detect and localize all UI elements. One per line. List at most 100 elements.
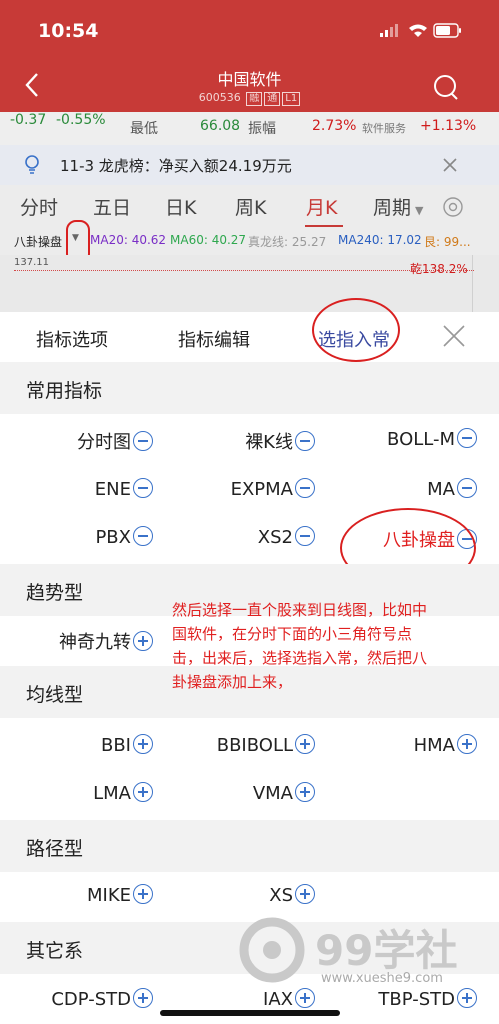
indicator-sheet-tabs: 指标选项 指标编辑 选指入常 xyxy=(0,312,499,362)
add-icon[interactable] xyxy=(295,734,315,754)
annotation-line: 击，出来后，选择选指入常，然后把八 xyxy=(172,649,428,667)
qian-label: 乾138.2% xyxy=(410,262,468,276)
home-indicator xyxy=(160,1010,340,1016)
add-icon[interactable] xyxy=(133,631,153,651)
tag-level: L1 xyxy=(282,92,301,106)
indicator-item[interactable]: XS2 xyxy=(258,526,315,548)
indicator-item[interactable]: VMA xyxy=(253,782,315,804)
indicator-item[interactable]: BOLL-M xyxy=(387,428,477,450)
annotation-ring-select-tab xyxy=(312,298,400,362)
low-value: 66.08 xyxy=(200,118,241,134)
indicator-item[interactable]: 分时图 xyxy=(77,428,153,454)
indicator-label: 裸K线 xyxy=(245,432,293,453)
ma20-value: MA20: 40.62 xyxy=(90,233,167,247)
remove-icon[interactable] xyxy=(295,478,315,498)
indicator-label: 分时图 xyxy=(77,432,131,453)
remove-icon[interactable] xyxy=(133,526,153,546)
settings-icon[interactable] xyxy=(442,196,464,218)
close-icon[interactable] xyxy=(442,157,458,173)
tab-indicator-options[interactable]: 指标选项 xyxy=(36,326,108,352)
section-ma-title: 均线型 xyxy=(26,684,84,706)
tag-connect: 通 xyxy=(264,92,281,106)
wifi-icon xyxy=(409,24,427,37)
indicator-label: MA xyxy=(427,479,455,500)
remove-icon[interactable] xyxy=(295,431,315,451)
watermark-brand: 99学社 xyxy=(315,926,458,975)
indicator-label: EXPMA xyxy=(230,479,293,500)
sector-pct: +1.13% xyxy=(420,118,477,134)
watermark-url: www.xueshe9.com xyxy=(321,971,443,986)
remove-icon[interactable] xyxy=(133,478,153,498)
indicator-label: ENE xyxy=(94,479,131,500)
indicator-label: VMA xyxy=(252,783,293,804)
add-icon[interactable] xyxy=(133,734,153,754)
section-other-title: 其它系 xyxy=(26,940,84,962)
indicator-item[interactable]: MIKE xyxy=(87,884,153,906)
tab-period-label: 周期 xyxy=(373,197,412,219)
stock-code-line: 600536 融通 L1 xyxy=(0,91,499,106)
annotation-line: 卦操盘添加上来， xyxy=(172,673,293,691)
chart-axis xyxy=(472,255,473,312)
indicator-item[interactable]: 裸K线 xyxy=(245,428,315,454)
indicator-item[interactable]: BBI xyxy=(101,734,153,756)
indicator-item[interactable]: 神奇九转 xyxy=(59,628,153,654)
add-icon[interactable] xyxy=(133,988,153,1008)
add-icon[interactable] xyxy=(295,782,315,802)
indicator-item[interactable]: XS xyxy=(269,884,315,906)
indicator-label: XS xyxy=(269,885,293,906)
tab-period[interactable]: 周期 ▼ xyxy=(373,193,423,220)
section-path-header: 路径型 xyxy=(0,820,499,872)
tab-five-day[interactable]: 五日 xyxy=(93,193,131,220)
signal-icon xyxy=(380,24,398,37)
annotation-note: 然后选择一直个股来到日线图，比如中 国软件，在分时下面的小三角符号点 击，出来后… xyxy=(172,598,472,694)
remove-icon[interactable] xyxy=(133,431,153,451)
indicator-item[interactable]: HMA xyxy=(414,734,477,756)
indicator-item[interactable]: PBX xyxy=(95,526,153,548)
search-icon[interactable] xyxy=(432,73,460,101)
watermark: 99学社 www.xueshe9.com xyxy=(235,915,495,995)
chevron-down-icon: ▼ xyxy=(415,204,424,217)
add-icon[interactable] xyxy=(457,734,477,754)
status-time: 10:54 xyxy=(38,20,99,42)
indicator-label: PBX xyxy=(95,527,131,548)
chart-high-price: 137.11 xyxy=(14,257,49,268)
indicator-item[interactable]: BBIBOLL xyxy=(217,734,315,756)
annotation-line: 国软件，在分时下面的小三角符号点 xyxy=(172,625,413,643)
tab-indicator-edit[interactable]: 指标编辑 xyxy=(178,326,250,352)
add-icon[interactable] xyxy=(133,782,153,802)
section-trend-title: 趋势型 xyxy=(26,582,84,604)
low-label: 最低 xyxy=(130,121,158,137)
status-icons xyxy=(380,23,461,38)
indicator-item[interactable]: MA xyxy=(427,478,477,500)
battery-icon xyxy=(433,23,461,38)
indicator-label: BBI xyxy=(100,735,131,756)
tab-daily-k[interactable]: 日K xyxy=(165,193,196,220)
indicator-item[interactable]: CDP-STD xyxy=(51,988,153,1010)
indicator-item[interactable]: LMA xyxy=(93,782,153,804)
add-icon[interactable] xyxy=(295,884,315,904)
indicator-item[interactable]: ENE xyxy=(95,478,153,500)
quote-row: -0.37 -0.55% 最低 66.08 振幅 2.73% 软件服务 +1.1… xyxy=(0,112,499,145)
lightbulb-icon xyxy=(25,155,39,174)
zhenlong-value: 真龙线: 25.27 xyxy=(248,235,327,249)
sector-label: 软件服务 xyxy=(362,122,406,135)
indicator-item[interactable]: EXPMA xyxy=(231,478,315,500)
remove-icon[interactable] xyxy=(457,428,477,448)
section-ma-panel: BBI BBIBOLL HMA LMA VMA xyxy=(0,718,499,820)
add-icon[interactable] xyxy=(133,884,153,904)
annotation-line: 然后选择一直个股来到日线图，比如中 xyxy=(172,601,428,619)
close-sheet-icon[interactable] xyxy=(442,324,466,348)
stock-code: 600536 xyxy=(198,91,241,104)
tag-margin: 融 xyxy=(246,92,263,106)
indicator-label: LMA xyxy=(93,783,131,804)
indicator-name[interactable]: 八卦操盘 xyxy=(14,233,62,250)
tab-monthly-k[interactable]: 月K xyxy=(306,193,337,220)
ma240-value: MA240: 17.02 xyxy=(338,233,422,247)
dragon-tiger-notice[interactable]: 11-3 龙虎榜：净买入额24.19万元 xyxy=(0,145,499,185)
tab-weekly-k[interactable]: 周K xyxy=(235,193,266,220)
indicator-label: HMA xyxy=(413,735,455,756)
remove-icon[interactable] xyxy=(457,478,477,498)
section-path-title: 路径型 xyxy=(26,838,84,860)
remove-icon[interactable] xyxy=(295,526,315,546)
tab-intraday[interactable]: 分时 xyxy=(20,193,58,220)
